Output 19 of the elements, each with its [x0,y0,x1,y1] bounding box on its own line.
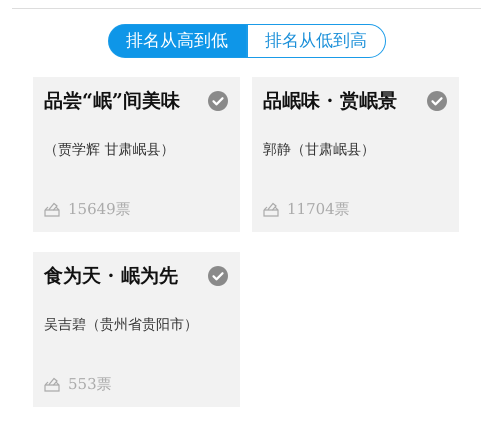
entry-card[interactable]: 品岷味 · 赏岷景 郭静（甘肃岷县） 11704票 [252,77,459,232]
vote-count: 553票 [68,374,112,394]
entry-title: 品尝“岷”间美味 [44,89,180,114]
ballot-box-icon [44,376,60,392]
ballot-box-icon [263,200,279,217]
check-icon[interactable] [208,91,228,112]
entry-title: 食为天 · 岷为先 [44,264,178,289]
check-icon[interactable] [427,91,447,112]
entry-title: 品岷味 · 赏岷景 [263,89,397,114]
vote-count: 11704票 [287,198,350,220]
entry-author: 吴吉碧（贵州省贵阳市） [44,316,199,334]
ballot-box-icon [44,200,60,217]
entry-author: 郭静（甘肃岷县） [263,140,376,160]
sort-tab[interactable]: 排名从低到高 [246,24,386,58]
vote-count: 15649票 [68,198,131,220]
entry-author: （贾学辉 甘肃岷县） [44,140,176,160]
entry-card[interactable]: 品尝“岷”间美味 （贾学辉 甘肃岷县） 15649票 [33,77,240,232]
entry-card[interactable]: 食为天 · 岷为先 吴吉碧（贵州省贵阳市） 553票 [33,252,240,407]
check-icon[interactable] [208,266,228,286]
